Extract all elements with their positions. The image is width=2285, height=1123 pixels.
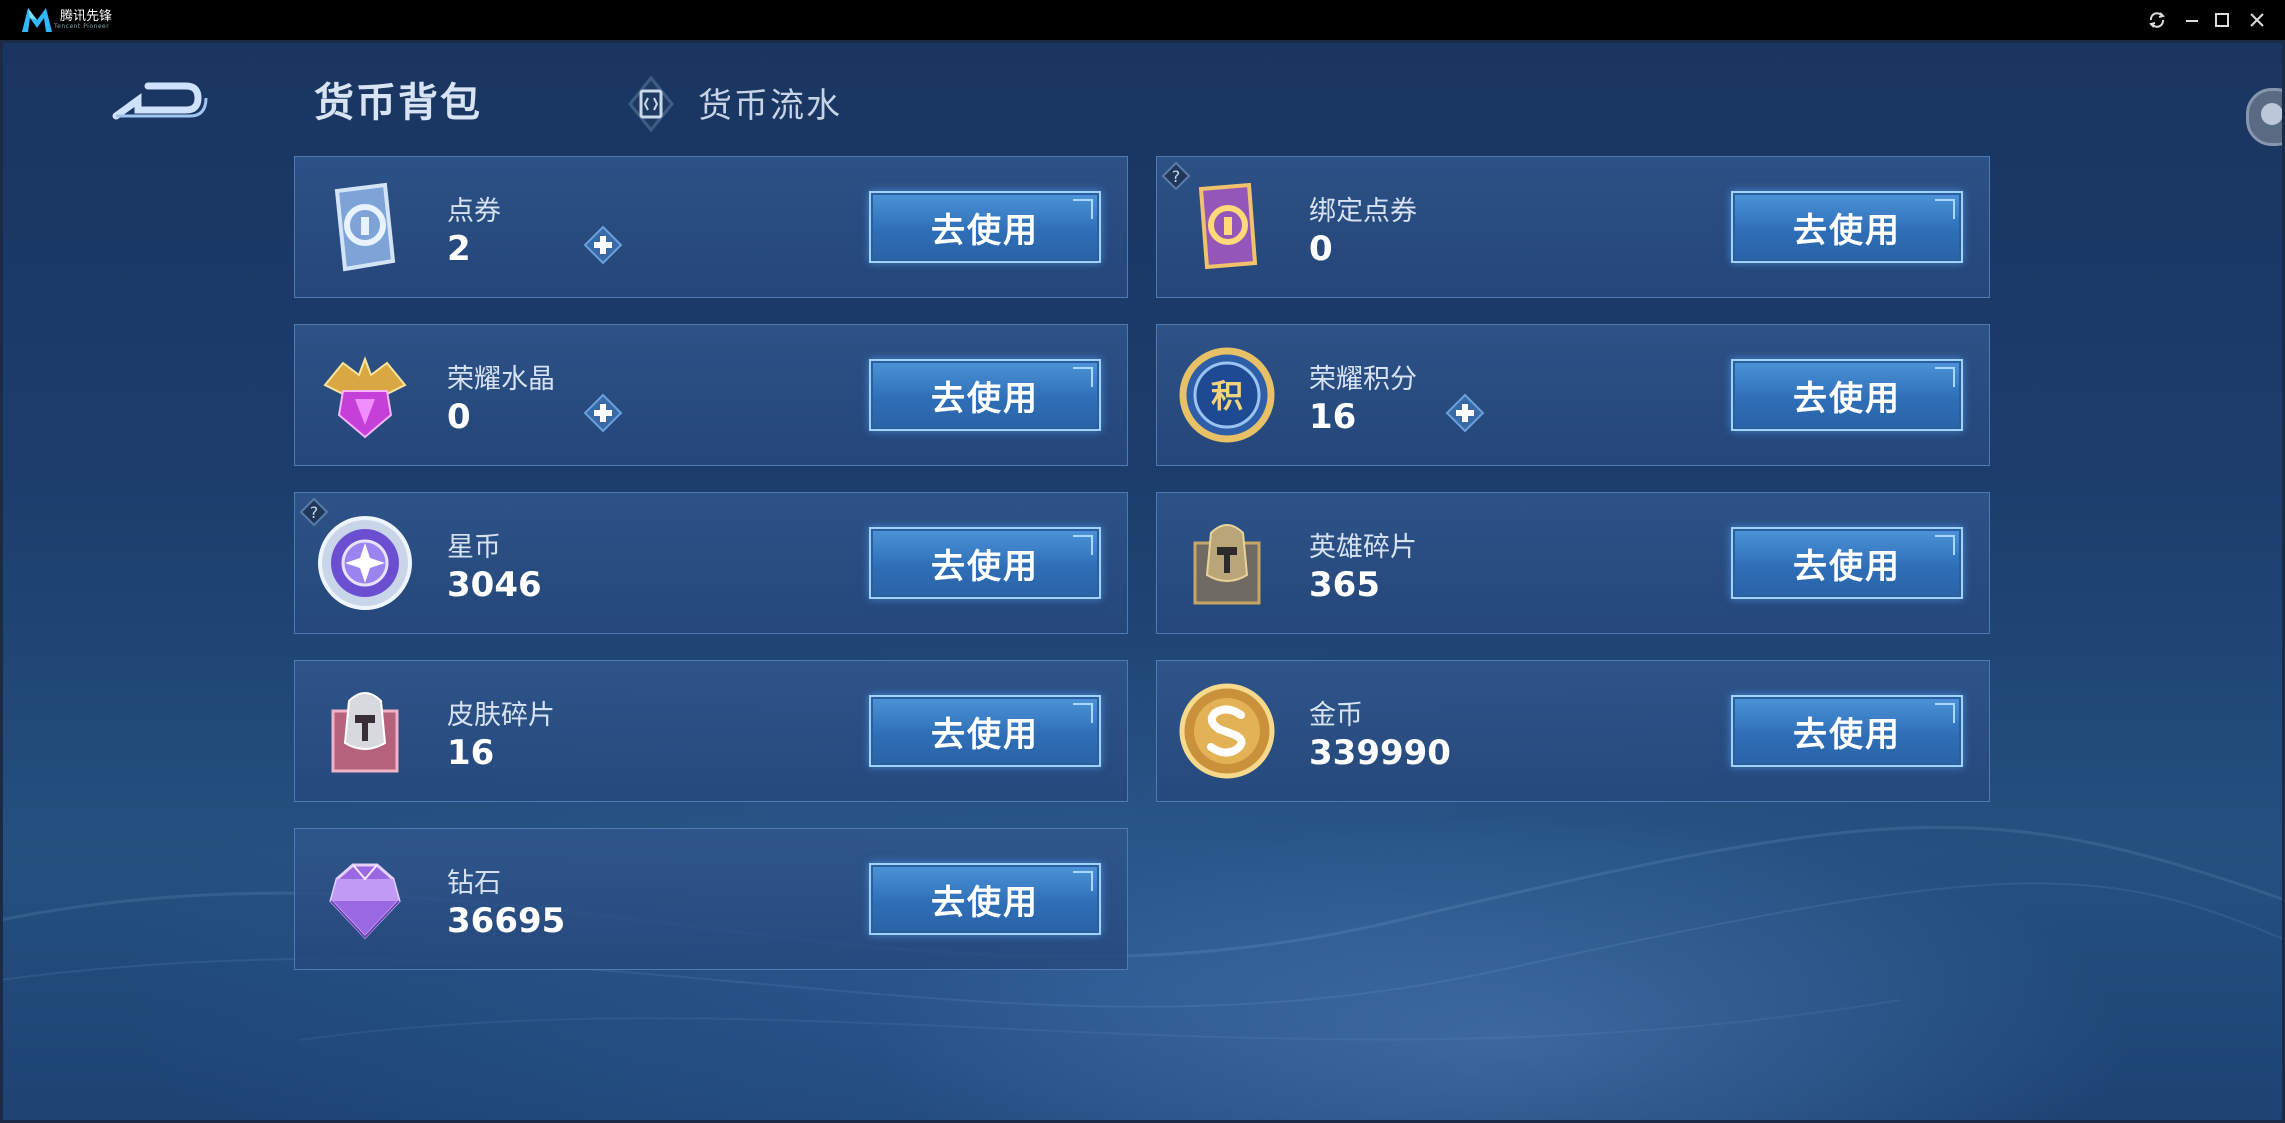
tab-currency-bag[interactable]: 货币背包 [314,70,482,128]
use-button[interactable]: 去使用 [869,527,1101,599]
use-button[interactable]: 去使用 [869,359,1101,431]
hero-fragment-icon [1193,524,1261,605]
currency-name: 荣耀水晶 [447,364,555,395]
plus-icon[interactable] [1445,393,1485,433]
diamond-icon [329,863,401,940]
app-name: 腾讯先锋 [60,9,113,24]
svg-text:积: 积 [1211,377,1243,415]
glory-crystal-icon [323,356,407,439]
use-button[interactable]: 去使用 [1731,695,1963,767]
app-subname: Tencent Pioneer [54,23,110,30]
currency-value: 365 [1309,565,1380,605]
skin-fragment-icon [331,692,399,773]
game-viewport: 货币背包 货币流水 点券 2 去使用 ? 绑定点券 0 去使用 荣耀水晶 0 去… [0,40,2285,1123]
currency-name: 皮肤碎片 [447,700,555,731]
currency-name: 星币 [447,532,501,563]
app-logo: 腾讯先锋 Tencent Pioneer [20,6,112,34]
currency-name: 钻石 [447,868,501,899]
plus-icon[interactable] [583,225,623,265]
currency-value: 16 [447,733,495,773]
use-button[interactable]: 去使用 [869,863,1101,935]
currency-card-diamond: 钻石 36695 去使用 [294,828,1128,970]
currency-value: 339990 [1309,733,1451,773]
window-titlebar: 腾讯先锋 Tencent Pioneer [0,0,2285,40]
tab-currency-flow[interactable]: 货币流水 [698,78,842,127]
currency-card-skin-fragment: 皮肤碎片 16 去使用 [294,660,1128,802]
use-button[interactable]: 去使用 [1731,191,1963,263]
currency-value: 36695 [447,901,566,941]
currency-card-glory-points: 积 荣耀积分 16 去使用 [1156,324,1990,466]
currency-name: 点券 [447,196,501,227]
use-button[interactable]: 去使用 [869,191,1101,263]
gold-coin-icon [1179,683,1275,779]
currency-name: 荣耀积分 [1309,364,1417,395]
currency-card-star-coin: ? 星币 3046 去使用 [294,492,1128,634]
currency-name: 金币 [1309,700,1363,731]
glory-points-icon: 积 [1179,347,1275,443]
transaction-flow-icon [628,75,674,133]
currency-card-gold-coin: 金币 339990 去使用 [1156,660,1990,802]
use-button[interactable]: 去使用 [869,695,1101,767]
currency-card-dianquan: 点券 2 去使用 [294,156,1128,298]
currency-card-hero-fragment: 英雄碎片 365 去使用 [1156,492,1990,634]
currency-value: 0 [447,397,471,437]
currency-value: 2 [447,229,471,269]
use-button[interactable]: 去使用 [1731,359,1963,431]
plus-icon[interactable] [583,393,623,433]
currency-card-bound-dianquan: ? 绑定点券 0 去使用 [1156,156,1990,298]
tencent-pioneer-logo-icon [22,8,52,32]
currency-name: 绑定点券 [1309,196,1417,227]
use-button[interactable]: 去使用 [1731,527,1963,599]
currency-name: 英雄碎片 [1309,532,1417,563]
bound-coupon-card-icon [1198,182,1258,270]
currency-value: 16 [1309,397,1357,437]
close-icon[interactable] [2235,0,2279,40]
currency-value: 0 [1309,229,1333,269]
star-coin-icon [318,516,412,610]
currency-card-glory-crystal: 荣耀水晶 0 去使用 [294,324,1128,466]
side-panel-handle[interactable] [2246,88,2285,146]
back-arrow-icon[interactable] [108,70,208,130]
currency-value: 3046 [447,565,542,605]
coupon-card-icon [334,182,396,272]
